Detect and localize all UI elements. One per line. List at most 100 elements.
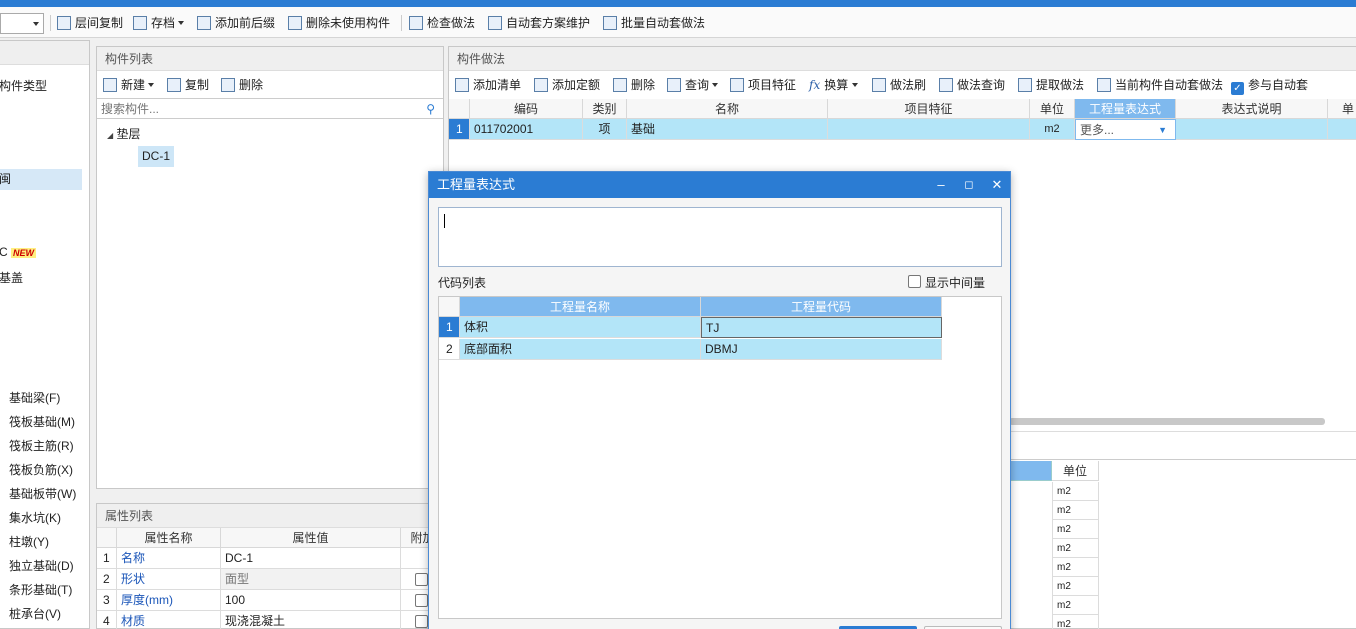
col-header-unit: 单位 — [1030, 99, 1075, 119]
prop-extra-checkbox[interactable] — [415, 594, 428, 607]
convert-button[interactable]: fx 换算 — [809, 75, 858, 95]
delete-icon — [221, 78, 235, 92]
unit-cell[interactable]: m2 — [1052, 501, 1099, 520]
code-row-name[interactable]: 体积 — [460, 317, 701, 338]
delete-unused-icon — [288, 16, 302, 30]
item-feature-button[interactable]: 项目特征 — [730, 75, 796, 95]
dropdown-arrow-icon[interactable]: ▼ — [1158, 120, 1167, 139]
unit-cell[interactable]: m2 — [1052, 558, 1099, 577]
horizontal-scrollbar[interactable] — [1009, 418, 1325, 425]
copy-component-button[interactable]: 复制 — [167, 75, 209, 95]
prop-value[interactable]: 现浇混凝土 — [221, 611, 401, 629]
code-row-code[interactable]: DBMJ — [701, 339, 942, 360]
code-row-name[interactable]: 底部面积 — [460, 339, 701, 360]
component-type-tree: 构件类型 闽 C NEW 基盖 基础梁(F) 筏板基础(M) 筏板主筋(R) 筏… — [0, 40, 90, 629]
prop-name: 厚度(mm) — [117, 590, 221, 611]
search-icon[interactable]: ⚲ — [426, 102, 435, 116]
component-list-panel: 构件列表 新建 复制 删除 ⚲ ◢ 垫层 DC-1 — [96, 46, 444, 489]
query-button[interactable]: 查询 — [667, 75, 719, 95]
auto-scheme-button[interactable]: 自动套方案维护 — [488, 13, 590, 33]
delete-unused-button[interactable]: 删除未使用构件 — [288, 13, 390, 33]
tree-item-sump[interactable]: 集水坑(K) — [9, 509, 61, 526]
prop-value[interactable]: DC-1 — [221, 548, 401, 569]
dialog-title-bar[interactable]: 工程量表达式 — [429, 172, 1010, 198]
row-index: 2 — [439, 339, 460, 360]
unit-cell[interactable]: m2 — [1052, 539, 1099, 558]
col-header-expression: 工程量表达式 — [1075, 99, 1176, 119]
tree-item-column-pier[interactable]: 柱墩(Y) — [9, 533, 49, 550]
tree-group-cushion[interactable]: ◢ 垫层 — [107, 125, 141, 142]
delete-icon — [613, 78, 627, 92]
tree-item-foundation-strip[interactable]: 基础板带(W) — [9, 485, 76, 502]
tree-item-component-type[interactable]: 构件类型 — [0, 77, 47, 94]
maximize-icon[interactable]: ◻ — [955, 172, 983, 198]
row-type[interactable]: 项 — [583, 119, 627, 140]
component-item-dc1[interactable]: DC-1 — [138, 146, 175, 167]
prop-value[interactable]: 100 — [221, 590, 401, 611]
add-list-button[interactable]: 添加清单 — [455, 75, 521, 95]
main-toolbar: 层间复制 存档 添加前后缀 删除未使用构件 检查做法 自动套方案维护 批量自动套… — [0, 7, 1356, 38]
method-query-button[interactable]: 做法查询 — [939, 75, 1005, 95]
brush-icon — [872, 78, 886, 92]
row-feature[interactable] — [828, 119, 1030, 140]
delete-method-button[interactable]: 删除 — [613, 75, 655, 95]
row-index: 1 — [97, 548, 117, 569]
tree-item-raft-neg-rebar[interactable]: 筏板负筋(X) — [9, 461, 73, 478]
code-list-grid: 工程量名称 工程量代码 1 体积 TJ 2 底部面积 DBMJ — [438, 296, 1002, 619]
prop-name: 材质 — [117, 611, 221, 629]
unit-cell[interactable]: m2 — [1052, 520, 1099, 539]
toolbar-divider — [401, 15, 402, 31]
method-brush-button[interactable]: 做法刷 — [872, 75, 926, 95]
unit-cell[interactable]: m2 — [1052, 482, 1099, 501]
row-name[interactable]: 基础 — [627, 119, 828, 140]
prop-name: 形状 — [117, 569, 221, 590]
unit-cell[interactable]: m2 — [1052, 615, 1099, 629]
check-method-button[interactable]: 检查做法 — [409, 13, 475, 33]
row-desc[interactable] — [1176, 119, 1328, 140]
archive-button[interactable]: 存档 — [133, 13, 185, 33]
unit-cell[interactable]: m2 — [1052, 577, 1099, 596]
collapse-arrow-icon[interactable]: ◢ — [107, 131, 113, 140]
minimize-icon[interactable]: ‒ — [927, 172, 955, 198]
show-intermediate-label: 显示中间量 — [925, 276, 986, 290]
method-query-icon — [939, 78, 953, 92]
delete-component-button[interactable]: 删除 — [221, 75, 263, 95]
tree-item-selected[interactable]: 闽 — [0, 169, 82, 190]
tree-item-strip-foundation[interactable]: 条形基础(T) — [9, 581, 72, 598]
tree-item-isolated-foundation[interactable]: 独立基础(D) — [9, 557, 74, 574]
query-icon — [667, 78, 681, 92]
prop-extra-checkbox[interactable] — [415, 573, 428, 586]
row-unit[interactable]: m2 — [1030, 119, 1075, 140]
tree-item-raft-foundation[interactable]: 筏板基础(M) — [9, 413, 75, 430]
add-quota-button[interactable]: 添加定额 — [534, 75, 600, 95]
row-index: 3 — [97, 590, 117, 611]
copy-layers-button[interactable]: 层间复制 — [57, 13, 123, 33]
properties-title: 属性列表 — [97, 504, 443, 528]
tree-item-pile-cap[interactable]: 桩承台(V) — [9, 605, 61, 622]
row-code[interactable]: 011702001 — [470, 119, 583, 140]
add-prefix-button[interactable]: 添加前后缀 — [197, 13, 275, 33]
expression-dropdown[interactable]: 更多... ▼ — [1075, 119, 1176, 140]
participate-auto-toggle[interactable]: ✓ 参与自动套 — [1231, 75, 1308, 95]
tree-item-new[interactable]: C NEW — [0, 245, 37, 259]
search-input[interactable] — [97, 98, 443, 119]
dialog-title: 工程量表达式 — [437, 177, 516, 192]
batch-auto-button[interactable]: 批量自动套做法 — [603, 13, 705, 33]
tree-item-raft-main-rebar[interactable]: 筏板主筋(R) — [9, 437, 74, 454]
extract-method-button[interactable]: 提取做法 — [1018, 75, 1084, 95]
new-component-button[interactable]: 新建 — [103, 75, 155, 95]
tree-header — [0, 41, 89, 65]
code-row-code[interactable]: TJ — [701, 317, 942, 338]
close-icon[interactable]: ✕ — [983, 172, 1011, 198]
tree-item-foundation-beam[interactable]: 基础梁(F) — [9, 389, 60, 406]
checkbox-checked-icon[interactable]: ✓ — [1231, 82, 1244, 95]
show-intermediate-checkbox[interactable] — [908, 275, 921, 288]
tree-item-cap[interactable]: 基盖 — [0, 269, 23, 286]
expression-textarea[interactable] — [438, 207, 1002, 267]
auto-apply-current-button[interactable]: 当前构件自动套做法 — [1097, 75, 1223, 95]
method-title: 构件做法 — [449, 47, 1356, 71]
unit-cell[interactable]: m2 — [1052, 596, 1099, 615]
toolbar-divider — [50, 15, 51, 31]
prop-extra-checkbox[interactable] — [415, 615, 428, 628]
floor-combo[interactable] — [0, 13, 44, 34]
